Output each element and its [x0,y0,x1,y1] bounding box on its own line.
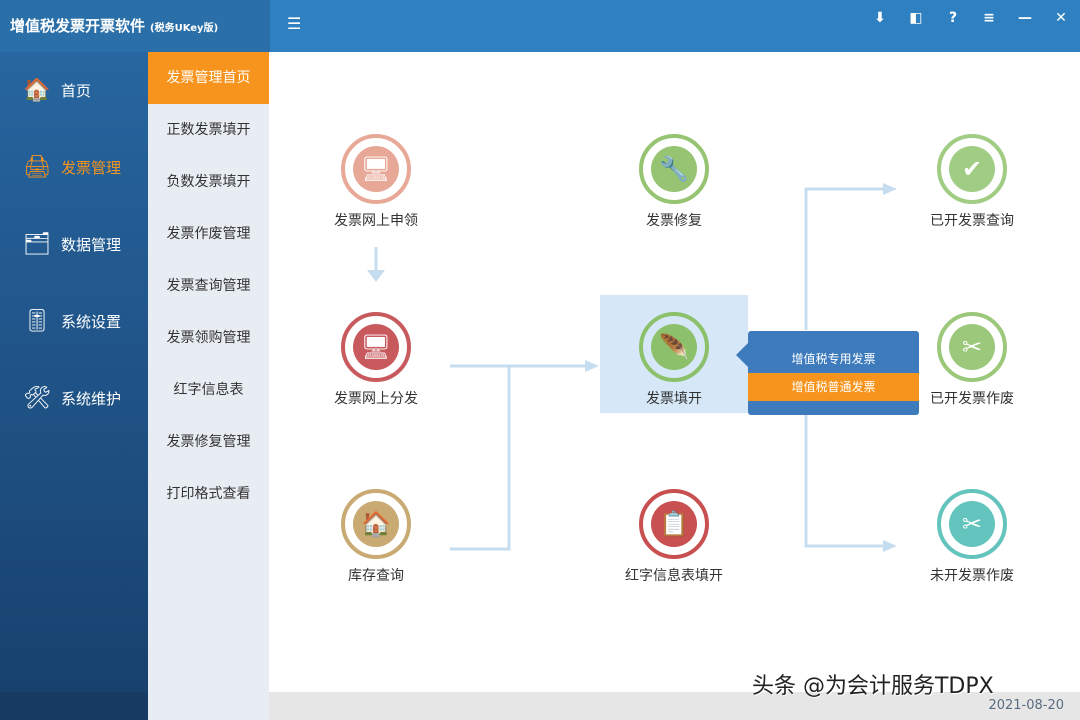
flow-node-icon: 📋 [639,489,709,559]
flow-node-label: 发票网上分发 [334,391,418,407]
invoice-management-icon: 🖨 [23,155,51,180]
sidebar-item-data-management[interactable]: 🗂 数据管理 [0,206,148,283]
arrow-line [450,366,511,551]
arrow-line [804,187,887,330]
menu-icon[interactable]: ≡ [979,10,999,26]
collapse-menu-icon[interactable]: ☰ [287,14,301,33]
submenu-item[interactable]: 发票作废管理 [148,208,269,260]
flow-node-label: 红字信息表填开 [625,568,723,584]
submenu-item[interactable]: 正数发票填开 [148,104,269,156]
node-glyph-icon: 🏠 [353,501,399,547]
flow-node-icon: ✂ [937,312,1007,382]
minimize-button[interactable]: — [1015,10,1035,26]
sidebar: 🏠 首页 🖨 发票管理 🗂 数据管理 🎚 系统设置 🛠 系统维护 [0,52,148,720]
sidebar-item-system-settings[interactable]: 🎚 系统设置 [0,283,148,360]
submenu-item[interactable]: 发票领购管理 [148,312,269,364]
sidebar-item-invoice-management[interactable]: 🖨 发票管理 [0,129,148,206]
flow-node-label: 已开发票作废 [930,391,1014,407]
node-glyph-icon: ✂ [949,501,995,547]
flow-node[interactable]: 🖥 发票网上分发 [301,312,451,408]
flow-node[interactable]: 🖥 发票网上申领 [301,134,451,230]
flow-node-icon: 🏠 [341,489,411,559]
home-icon: 🏠 [23,78,51,103]
flow-node[interactable]: 🏠 库存查询 [301,489,451,585]
flow-node-icon: 🔧 [639,134,709,204]
node-glyph-icon: ✔ [949,146,995,192]
submenu-item[interactable]: 负数发票填开 [148,156,269,208]
watermark: 头条 @为会计服务TDPX [752,674,994,699]
submenu-item[interactable]: 红字信息表 [148,364,269,416]
submenu-item[interactable]: 发票查询管理 [148,260,269,312]
arrow-head [883,183,897,195]
sidebar-item-label: 系统设置 [61,313,122,331]
node-glyph-icon: 📋 [651,501,697,547]
sidebar-footer [0,692,148,720]
main-flow-area: 🖥 发票网上申领 🖥 发票网上分发 🏠 库存查询 🔧 发票修复 🪶 发票填开 📋 红字信息表填开 ✔ 已开… [269,52,1080,692]
node-glyph-icon: 🔧 [651,146,697,192]
arrow-line [804,414,887,548]
flow-node[interactable]: 🔧 发票修复 [599,134,749,230]
flow-node-label: 库存查询 [348,568,404,584]
app-title-text: 增值税发票开票软件 [10,17,146,35]
flow-node-label: 发票填开 [646,391,702,407]
submenu: 发票管理首页 正数发票填开 负数发票填开 发票作废管理 发票查询管理 发票领购管理 红字信息… [148,52,269,720]
node-glyph-icon: 🪶 [651,324,697,370]
arrow-head [883,540,897,552]
invoice-type-popup: 增值税专用发票 增值税普通发票 [736,331,919,415]
flow-node-icon: 🖥 [341,134,411,204]
data-management-icon: 🗂 [23,232,51,257]
arrow-head [585,360,599,372]
sidebar-item-label: 发票管理 [61,159,122,177]
sidebar-item-system-maintenance[interactable]: 🛠 系统维护 [0,360,148,437]
flow-node-icon: 🖥 [341,312,411,382]
flow-node-label: 已开发票查询 [930,213,1014,229]
download-icon[interactable]: ⬇ [870,10,890,26]
popup-item-special-invoice[interactable]: 增值税专用发票 [748,345,919,373]
node-glyph-icon: 🖥 [353,324,399,370]
flow-node[interactable]: ✂ 未开发票作废 [897,489,1047,585]
system-settings-icon: 🎚 [23,309,51,334]
flow-node-icon: ✂ [937,489,1007,559]
flow-node[interactable]: ✔ 已开发票查询 [897,134,1047,230]
flow-node[interactable]: 📋 红字信息表填开 [599,489,749,585]
arrow-head [367,270,385,282]
system-maintenance-icon: 🛠 [23,386,51,411]
status-date: 2021-08-20 [988,698,1064,713]
node-glyph-icon: 🖥 [353,146,399,192]
submenu-item[interactable]: 发票修复管理 [148,416,269,468]
close-button[interactable]: ✕ [1051,10,1071,26]
flow-node-label: 发票修复 [646,213,702,229]
app-title: 增值税发票开票软件 (税务UKey版) [0,0,270,52]
title-bar: 增值税发票开票软件 (税务UKey版) ☰ ⬇ ◧ ? ≡ — ✕ [0,0,1080,52]
flow-node[interactable]: ✂ 已开发票作废 [897,312,1047,408]
flow-node-icon: 🪶 [639,312,709,382]
help-icon[interactable]: ? [943,10,963,26]
submenu-item[interactable]: 打印格式查看 [148,468,269,520]
app-edition: (税务UKey版) [150,23,219,34]
bookmark-icon[interactable]: ◧ [906,10,926,26]
flow-node[interactable]: 🪶 发票填开 [599,312,749,408]
node-glyph-icon: ✂ [949,324,995,370]
popup-item-ordinary-invoice[interactable]: 增值税普通发票 [748,373,919,401]
sidebar-item-label: 系统维护 [61,390,122,408]
sidebar-item-label: 首页 [61,82,92,100]
flow-node-label: 发票网上申领 [334,213,418,229]
sidebar-item-home[interactable]: 🏠 首页 [0,52,148,129]
sidebar-item-label: 数据管理 [61,236,122,254]
flow-node-icon: ✔ [937,134,1007,204]
flow-node-label: 未开发票作废 [930,568,1014,584]
submenu-item[interactable]: 发票管理首页 [148,52,269,104]
